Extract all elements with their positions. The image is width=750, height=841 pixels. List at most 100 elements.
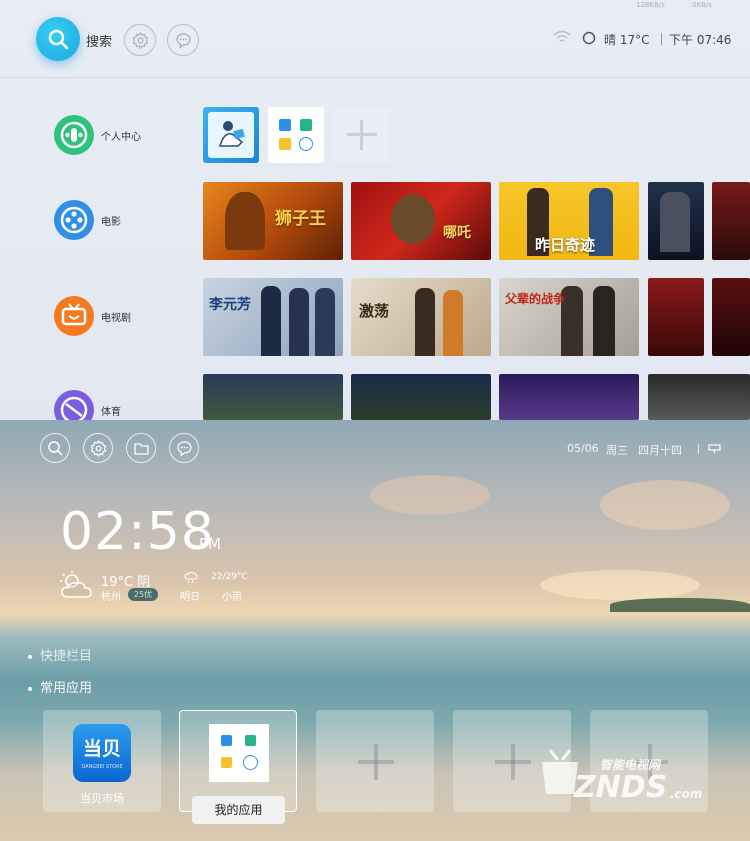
sidebar-item-tv-series[interactable]: 电视剧 — [54, 296, 204, 336]
add-app-slot[interactable] — [316, 710, 434, 812]
plus-icon-bar — [347, 133, 377, 136]
sun-glow — [540, 570, 700, 600]
mini-app-blue — [221, 735, 232, 746]
sidebar-item-label: 体育 — [101, 407, 121, 418]
section-shortcuts[interactable]: 快捷栏目 — [28, 645, 92, 664]
network-icon — [708, 444, 721, 453]
city: 杭州 — [101, 592, 121, 603]
poster-title: 哪吒 — [443, 225, 471, 241]
poster-football-3[interactable] — [648, 374, 750, 420]
logo-subtext: DANGBEI STORE — [81, 764, 123, 770]
settings-button[interactable] — [83, 433, 113, 463]
my-apps-icon — [209, 724, 269, 782]
app-name: 当贝市场 — [80, 792, 124, 805]
poster-title: 李元芳 — [209, 297, 251, 313]
poster-art — [443, 290, 463, 356]
app-tile-my-apps[interactable] — [268, 107, 324, 163]
message-button[interactable] — [167, 24, 199, 56]
plus-icon — [495, 744, 531, 780]
mini-app-green — [300, 119, 312, 131]
status-divider — [698, 444, 699, 454]
more-dots-icon — [299, 137, 313, 151]
settings-button[interactable] — [124, 24, 156, 56]
mini-app-green — [245, 735, 256, 746]
clock-ampm: PM — [199, 535, 221, 553]
poster-art — [315, 288, 335, 356]
mini-app-yellow — [279, 138, 291, 150]
poster-nezha[interactable]: 哪吒 — [351, 182, 491, 260]
top-time: 下午 07:46 — [669, 33, 732, 47]
poster-fathers-war[interactable]: 父辈的战争 — [499, 278, 639, 356]
poster-art — [261, 286, 281, 356]
selected-app-label: 我的应用 — [192, 796, 285, 824]
folder-icon — [134, 443, 149, 455]
gear-icon — [132, 32, 149, 49]
cloud-decoration — [600, 480, 730, 530]
poster-jidang[interactable]: 激荡 — [351, 278, 491, 356]
watermark-brand: ZNDS — [574, 770, 668, 805]
sidebar-item-label: 电影 — [101, 217, 121, 228]
search-label: 搜索 — [86, 35, 113, 50]
sidebar-icon-bg — [54, 390, 94, 420]
mini-app-blue — [279, 119, 291, 131]
gear-icon — [90, 440, 107, 457]
poster-art — [415, 288, 435, 356]
rain-cloud-icon — [184, 572, 198, 584]
poster-art — [289, 288, 309, 356]
wifi-icon — [553, 30, 571, 42]
section-frequent-apps[interactable]: 常用应用 — [28, 677, 92, 696]
bottom-launcher-screen: 05/06 周三 四月十四 02:58 PM 19°C 阴 杭州 25优 22/… — [0, 420, 750, 841]
search-button[interactable] — [40, 433, 70, 463]
date: 05/06 — [567, 442, 599, 455]
section-label: 快捷栏目 — [40, 649, 93, 664]
sidebar-item-label: 电视剧 — [101, 313, 131, 324]
user-icon — [60, 121, 88, 149]
poster-lion-king[interactable]: 狮子王 — [203, 182, 343, 260]
poster-thriller[interactable] — [648, 182, 704, 260]
top-launcher-screen: 搜索 128KB/s 0KB/s 晴 17°C 下午 07:46 个人中心 电影… — [0, 0, 750, 420]
sidebar-item-sports[interactable]: 体育 — [54, 390, 204, 420]
dangbei-logo: 当贝 DANGBEI STORE — [73, 724, 131, 782]
air-quality-badge: 25优 — [128, 588, 158, 601]
sidebar-icon-bg — [54, 200, 94, 240]
forecast-day: 明日 — [180, 592, 200, 603]
app-dangbei-market[interactable]: 当贝 DANGBEI STORE 当贝市场 — [43, 710, 161, 812]
chat-bubble-icon — [176, 33, 191, 49]
sidebar-icon-bg — [54, 296, 94, 336]
more-dots-icon — [243, 755, 258, 770]
film-reel-icon — [60, 206, 88, 234]
download-speed: 128KB/s — [636, 1, 665, 9]
app-tile-featured[interactable] — [203, 107, 259, 163]
poster-football-1[interactable] — [203, 374, 343, 420]
poster-title: 父辈的战争 — [505, 292, 566, 306]
tv-icon — [61, 303, 87, 326]
sidebar-icon-bg — [54, 115, 94, 155]
sidebar-item-label: 个人中心 — [101, 132, 141, 143]
poster-stadium[interactable] — [499, 374, 639, 420]
sidebar-item-profile[interactable]: 个人中心 — [54, 115, 204, 155]
sidebar-item-movies[interactable]: 电影 — [54, 200, 204, 240]
app-tile-illustration — [208, 112, 254, 158]
message-button[interactable] — [169, 433, 199, 463]
poster-drama[interactable] — [648, 278, 704, 356]
top-weather: 晴 17°C — [604, 33, 650, 47]
clock: 02:58 — [60, 502, 215, 562]
section-label: 常用应用 — [40, 681, 93, 696]
search-button[interactable] — [36, 17, 80, 61]
forecast-condition: 小雨 — [222, 592, 242, 603]
poster-football-2[interactable] — [351, 374, 491, 420]
poster-partial[interactable] — [712, 182, 750, 260]
chat-bubble-icon — [177, 441, 192, 457]
partly-cloudy-icon — [60, 571, 92, 598]
watermark-domain: .com — [670, 787, 703, 801]
poster-art — [391, 194, 435, 244]
bullet-dot — [28, 654, 32, 659]
poster-yesterday[interactable]: 昨日奇迹 — [499, 182, 639, 260]
mini-app-yellow — [221, 757, 232, 768]
add-app-tile[interactable] — [334, 107, 390, 163]
poster-li-yuanfang[interactable]: 李元芳 — [203, 278, 343, 356]
file-manager-button[interactable] — [126, 433, 156, 463]
search-icon — [48, 441, 63, 456]
top-header: 搜索 128KB/s 0KB/s 晴 17°C 下午 07:46 — [0, 0, 750, 78]
poster-partial[interactable] — [712, 278, 750, 356]
